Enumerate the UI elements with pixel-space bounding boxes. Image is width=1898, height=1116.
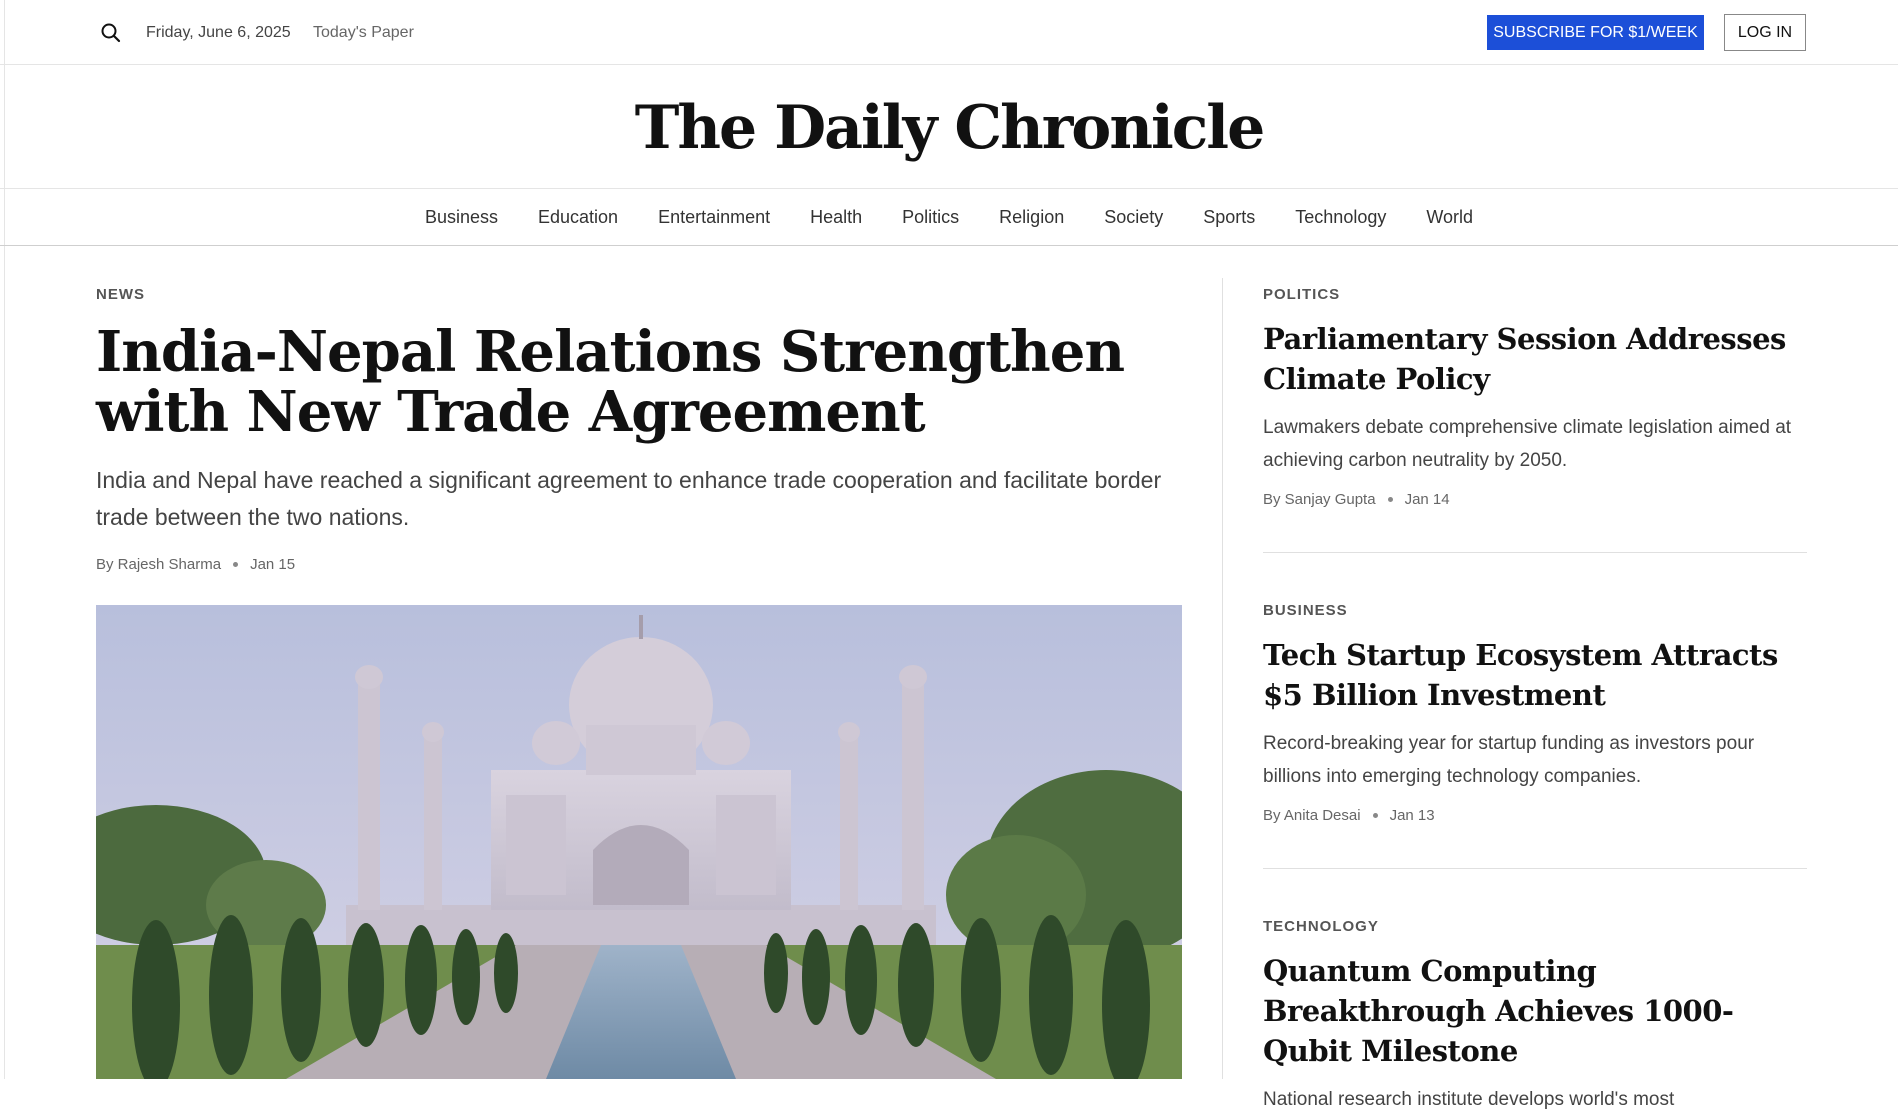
lead-author[interactable]: By Rajesh Sharma xyxy=(96,556,221,573)
byline-separator xyxy=(233,561,239,567)
story-kicker[interactable]: TECHNOLOGY xyxy=(1263,918,1807,935)
sidebar-story-1: POLITICS Parliamentary Session Addresses… xyxy=(1263,286,1807,508)
utility-bar: Friday, June 6, 2025 Today's Paper SUBSC… xyxy=(0,0,1898,65)
taj-mahal-photo xyxy=(96,605,1182,1079)
sidebar-story-2: BUSINESS Tech Startup Ecosystem Attracts… xyxy=(1263,602,1807,824)
story-divider xyxy=(1263,552,1807,553)
story-date: Jan 13 xyxy=(1389,807,1435,824)
site-title[interactable]: The Daily Chronicle xyxy=(0,93,1898,163)
subscribe-button[interactable]: SUBSCRIBE FOR $1/WEEK xyxy=(1487,15,1704,50)
story-kicker[interactable]: POLITICS xyxy=(1263,286,1807,303)
nav-item-religion[interactable]: Religion xyxy=(979,207,1084,228)
story-headline[interactable]: Tech Startup Ecosystem Attracts $5 Billi… xyxy=(1263,635,1807,715)
lead-summary: India and Nepal have reached a significa… xyxy=(96,467,1162,530)
search-icon xyxy=(101,23,121,43)
nav-item-sports[interactable]: Sports xyxy=(1183,207,1275,228)
lead-kicker[interactable]: NEWS xyxy=(96,286,145,303)
masthead: The Daily Chronicle xyxy=(0,65,1898,189)
story-headline[interactable]: Parliamentary Session Addresses Climate … xyxy=(1263,319,1807,399)
story-author[interactable]: By Sanjay Gupta xyxy=(1263,491,1376,508)
todays-paper-link[interactable]: Today's Paper xyxy=(313,24,414,42)
nav-item-business[interactable]: Business xyxy=(405,207,518,228)
lead-image[interactable] xyxy=(96,605,1182,1079)
story-byline: By Anita Desai Jan 13 xyxy=(1263,807,1807,824)
search-button[interactable] xyxy=(99,21,123,45)
story-author[interactable]: By Anita Desai xyxy=(1263,807,1361,824)
story-summary: Record-breaking year for startup funding… xyxy=(1263,733,1755,787)
byline-separator xyxy=(1372,812,1378,818)
story-summary: Lawmakers debate comprehensive climate l… xyxy=(1263,417,1792,471)
nav-item-technology[interactable]: Technology xyxy=(1275,207,1406,228)
nav-item-society[interactable]: Society xyxy=(1084,207,1183,228)
lead-headline[interactable]: India-Nepal Relations Strengthen with Ne… xyxy=(96,322,1206,442)
story-headline[interactable]: Quantum Computing Breakthrough Achieves … xyxy=(1263,951,1807,1071)
story-summary: National research institute develops wor… xyxy=(1263,1089,1675,1110)
story-divider xyxy=(1263,868,1807,869)
nav-item-education[interactable]: Education xyxy=(518,207,638,228)
nav-item-world[interactable]: World xyxy=(1406,207,1493,228)
story-byline: By Sanjay Gupta Jan 14 xyxy=(1263,491,1807,508)
lead-date: Jan 15 xyxy=(250,556,296,573)
current-date: Friday, June 6, 2025 xyxy=(146,24,291,41)
nav-item-entertainment[interactable]: Entertainment xyxy=(638,207,790,228)
login-button[interactable]: LOG IN xyxy=(1724,14,1806,51)
story-date: Jan 14 xyxy=(1404,491,1450,508)
story-kicker[interactable]: BUSINESS xyxy=(1263,602,1807,619)
section-nav: Business Education Entertainment Health … xyxy=(0,189,1898,246)
column-divider xyxy=(1222,278,1223,1079)
lead-byline: By Rajesh Sharma Jan 15 xyxy=(96,556,295,573)
byline-separator xyxy=(1387,496,1393,502)
nav-item-health[interactable]: Health xyxy=(790,207,882,228)
sidebar-story-3: TECHNOLOGY Quantum Computing Breakthroug… xyxy=(1263,918,1807,1116)
nav-item-politics[interactable]: Politics xyxy=(882,207,979,228)
